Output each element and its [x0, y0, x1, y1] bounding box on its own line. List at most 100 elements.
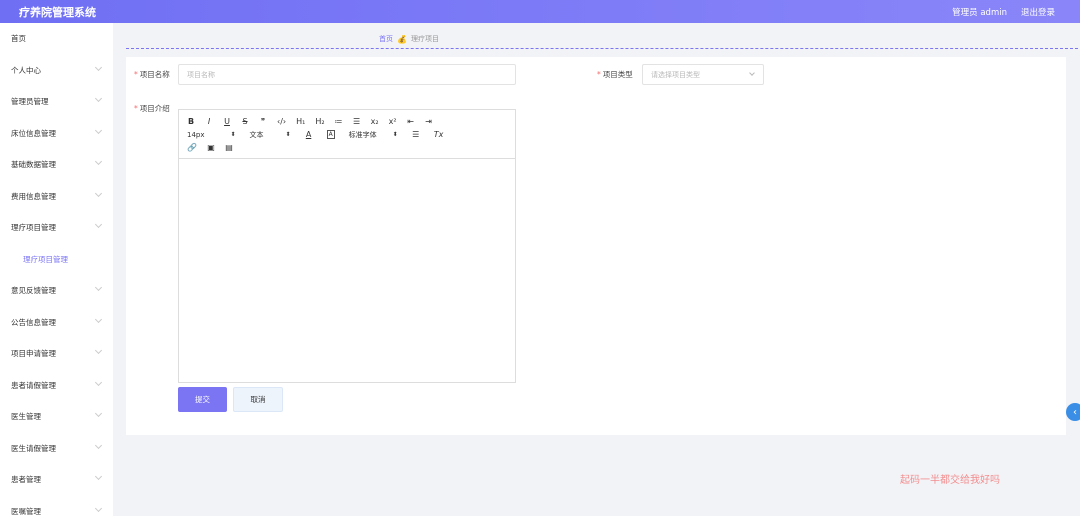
block-type-select[interactable]: 文本 ⬍	[250, 130, 291, 140]
breadcrumb-divider	[126, 48, 1078, 49]
image-icon[interactable]: ▣	[207, 143, 215, 152]
chevron-down-icon	[94, 409, 103, 418]
chevron-down-icon	[749, 70, 755, 76]
sidebar-item-doctor[interactable]: 医生管理	[0, 401, 113, 433]
strike-icon[interactable]: S	[241, 117, 249, 126]
sidebar-item-apply[interactable]: 项目申请管理	[0, 338, 113, 370]
heading-2-icon[interactable]: H₂	[315, 117, 324, 126]
sidebar-item-orders[interactable]: 医嘱管理	[0, 496, 113, 516]
project-type-placeholder: 请选择项目类型	[651, 70, 700, 79]
chevron-down-icon	[94, 126, 103, 134]
chevron-down-icon	[94, 157, 103, 166]
app-title: 疗养院管理系统	[19, 5, 96, 19]
chevron-down-icon	[94, 472, 103, 481]
subscript-icon[interactable]: x₂	[371, 117, 379, 126]
sidebar-subitem-therapy-manage[interactable]: 理疗项目管理	[0, 244, 113, 276]
sidebar-item-label: 项目申请管理	[11, 349, 56, 359]
sidebar-item-feedback[interactable]: 意见反馈管理	[0, 275, 113, 307]
top-navbar: 疗养院管理系统 管理员 admin 退出登录	[0, 0, 1080, 23]
bullet-list-icon[interactable]: ☰	[353, 117, 361, 126]
breadcrumb-home[interactable]: 首页	[379, 34, 393, 44]
indent-icon[interactable]: ⇥	[425, 117, 433, 126]
font-color-icon[interactable]: A	[305, 130, 313, 139]
ordered-list-icon[interactable]: ≔	[335, 117, 343, 126]
editor-toolbar: B I U S ❞ ‹/› H₁ H₂ ≔ ☰ x₂ x² ⇤ ⇥ 14px⬍	[179, 110, 515, 159]
project-name-label: * 项目名称	[134, 70, 170, 79]
rich-text-editor: B I U S ❞ ‹/› H₁ H₂ ≔ ☰ x₂ x² ⇤ ⇥ 14px⬍	[178, 109, 516, 383]
chevron-down-icon	[94, 94, 103, 103]
sidebar-item-home[interactable]: 首页	[0, 23, 113, 55]
project-name-input[interactable]	[178, 64, 516, 85]
bold-icon[interactable]: B	[187, 117, 195, 126]
chevron-down-icon	[94, 63, 103, 71]
sidebar-item-label: 患者请假管理	[11, 380, 56, 390]
main-content: 首页 💰 理疗项目 *项目名称 *项目类型 请选择项目类型 *项目介绍 B I …	[113, 23, 1080, 516]
sidebar-item-label: 理疗项目管理	[11, 223, 56, 233]
chevron-down-icon	[94, 315, 103, 323]
sidebar-item-patient[interactable]: 患者管理	[0, 464, 113, 496]
sidebar-item-admin[interactable]: 管理员管理	[0, 86, 113, 118]
sidebar-item-patient-leave[interactable]: 患者请假管理	[0, 370, 113, 402]
clear-format-icon[interactable]: Tx	[434, 130, 444, 139]
align-icon[interactable]: ☰	[412, 130, 420, 139]
sidebar-item-label: 医生管理	[11, 412, 41, 422]
form-card: *项目名称 *项目类型 请选择项目类型 *项目介绍 B I U S ❞ ‹/› …	[126, 57, 1066, 435]
blockquote-icon[interactable]: ❞	[259, 117, 267, 126]
sidebar-item-label: 床位信息管理	[11, 128, 56, 138]
sidebar-item-label: 首页	[11, 34, 26, 44]
submit-button[interactable]: 提交	[178, 387, 227, 412]
sidebar-item-notice[interactable]: 公告信息管理	[0, 307, 113, 339]
sidebar-item-label: 管理员管理	[11, 97, 49, 107]
project-type-label: * 项目类型	[597, 70, 633, 79]
background-color-icon[interactable]: A	[326, 130, 335, 139]
project-intro-label: * 项目介绍	[134, 104, 170, 113]
breadcrumb: 首页 💰 理疗项目	[379, 34, 439, 44]
chevron-down-icon	[94, 220, 103, 229]
sidebar-item-label: 基础数据管理	[11, 160, 56, 170]
sidebar-item-basic-data[interactable]: 基础数据管理	[0, 149, 113, 181]
sidebar-item-bed[interactable]: 床位信息管理	[0, 118, 113, 150]
video-icon[interactable]: ▤	[225, 143, 233, 152]
sidebar-item-personal-center[interactable]: 个人中心	[0, 55, 113, 87]
cancel-button[interactable]: 取消	[233, 387, 283, 412]
user-label[interactable]: 管理员 admin	[952, 6, 1007, 18]
collapse-toggle-icon[interactable]: ‹	[1066, 403, 1080, 421]
sidebar-item-label: 医生请假管理	[11, 443, 56, 453]
sidebar-item-label: 医嘱管理	[11, 506, 41, 516]
watermark-text: 起码一半都交给我好吗	[900, 475, 1000, 486]
sidebar-item-therapy[interactable]: 理疗项目管理	[0, 212, 113, 244]
editor-content-area[interactable]	[179, 159, 515, 383]
chevron-down-icon	[94, 283, 103, 292]
project-type-select[interactable]: 请选择项目类型	[642, 64, 764, 85]
sidebar-item-label: 患者管理	[11, 475, 41, 485]
heading-1-icon[interactable]: H₁	[296, 117, 305, 126]
sidebar: 首页 个人中心 管理员管理 床位信息管理 基础数据管理 费用信息管理 理疗项目管…	[0, 23, 113, 516]
breadcrumb-separator-icon: 💰	[397, 34, 407, 44]
link-icon[interactable]: 🔗	[187, 143, 197, 152]
top-right-controls: 管理员 admin 退出登录	[952, 6, 1055, 18]
sidebar-item-label: 理疗项目管理	[23, 254, 68, 264]
sidebar-item-doctor-leave[interactable]: 医生请假管理	[0, 433, 113, 465]
code-block-icon[interactable]: ‹/›	[277, 117, 286, 126]
superscript-icon[interactable]: x²	[389, 117, 397, 126]
chevron-down-icon	[94, 378, 103, 386]
font-family-select[interactable]: 标准字体 ⬍	[349, 130, 398, 140]
outdent-icon[interactable]: ⇤	[407, 117, 415, 126]
sidebar-item-fees[interactable]: 费用信息管理	[0, 181, 113, 213]
logout-button[interactable]: 退出登录	[1021, 6, 1055, 18]
chevron-down-icon	[94, 189, 103, 197]
chevron-down-icon	[94, 441, 103, 449]
chevron-down-icon	[94, 504, 103, 512]
chevron-down-icon	[94, 346, 103, 355]
font-size-select[interactable]: 14px ⬍	[187, 131, 236, 139]
sidebar-item-label: 个人中心	[11, 65, 41, 75]
underline-icon[interactable]: U	[223, 117, 231, 126]
sidebar-item-label: 意见反馈管理	[11, 286, 56, 296]
editor-toolbar-row-3: 🔗 ▣ ▤	[187, 141, 507, 154]
editor-toolbar-row-2: 14px ⬍ 文本 ⬍ A A 标准字体 ⬍ ☰ Tx	[187, 128, 507, 141]
italic-icon[interactable]: I	[205, 117, 213, 126]
editor-toolbar-row-1: B I U S ❞ ‹/› H₁ H₂ ≔ ☰ x₂ x² ⇤ ⇥	[187, 115, 507, 128]
sidebar-item-label: 费用信息管理	[11, 191, 56, 201]
breadcrumb-current: 理疗项目	[410, 35, 439, 43]
sidebar-item-label: 公告信息管理	[11, 317, 56, 327]
